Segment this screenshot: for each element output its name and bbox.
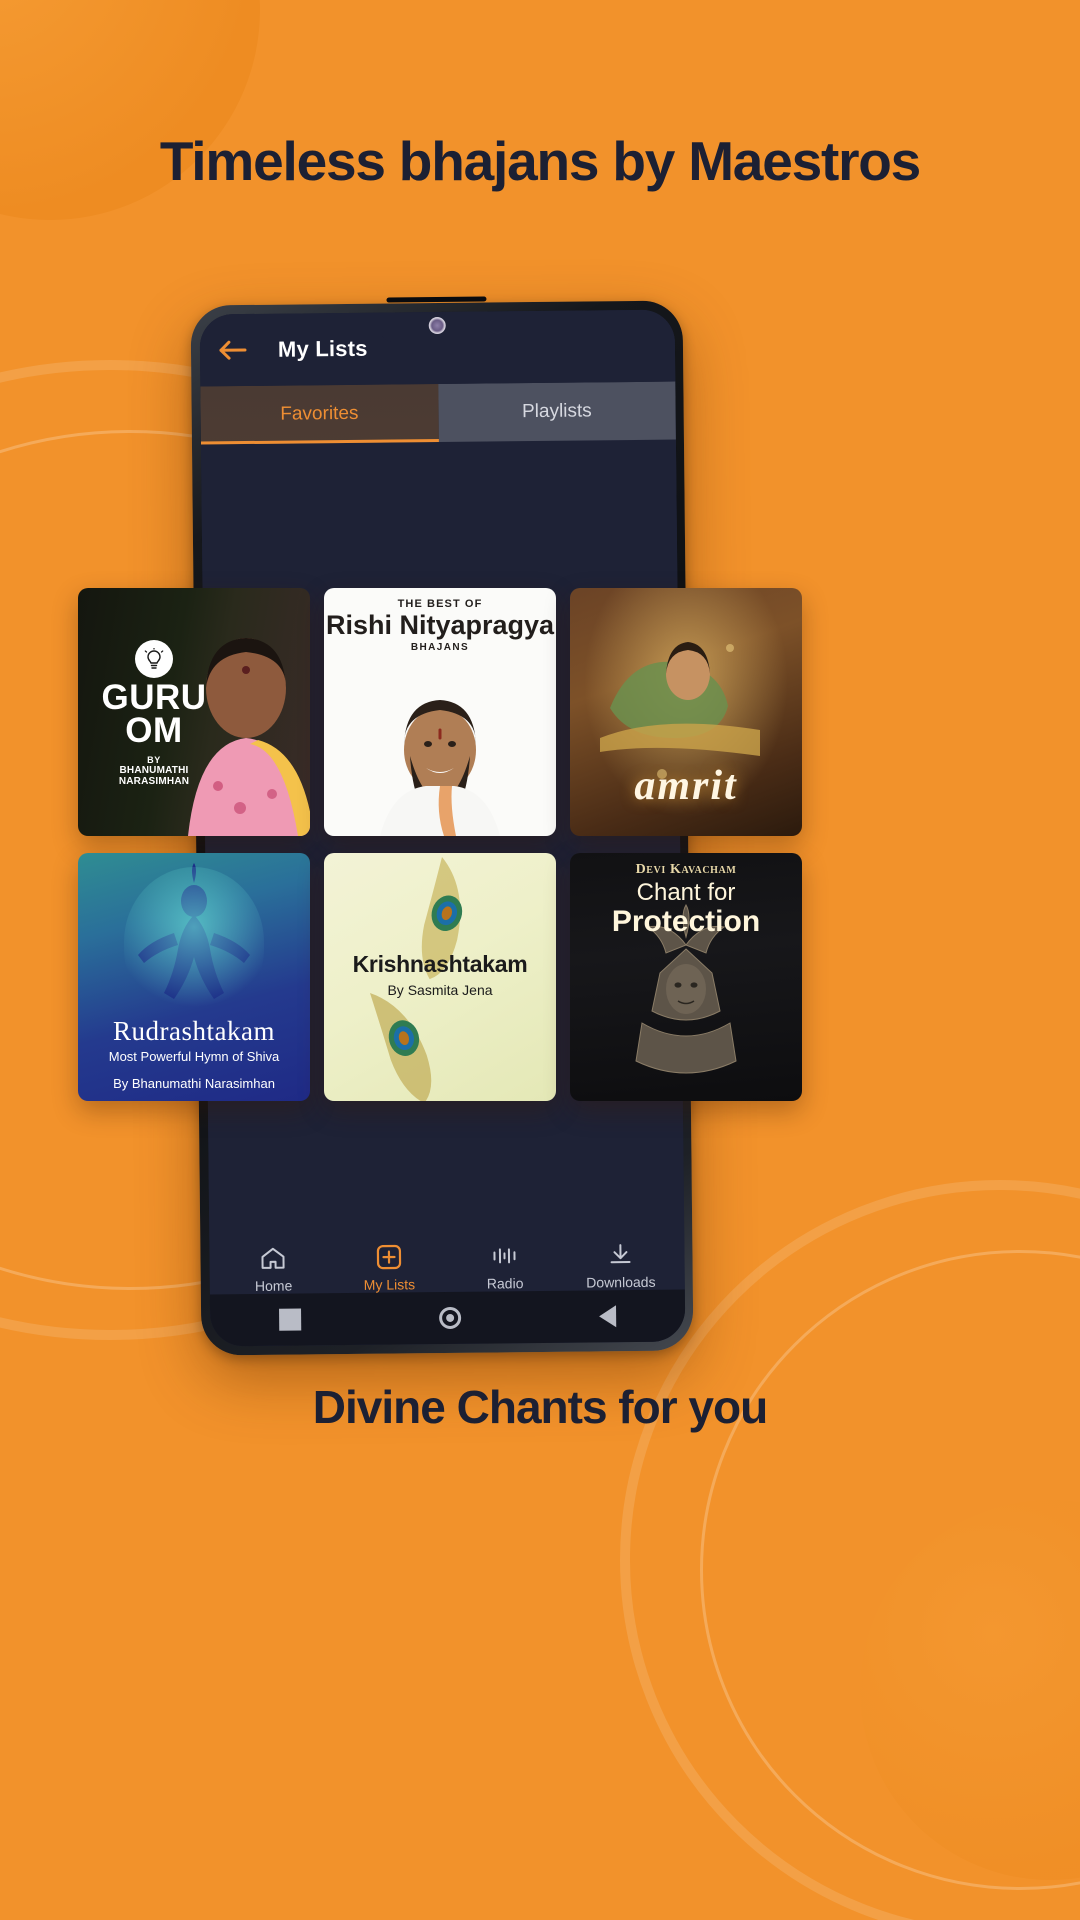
home-icon [215,1242,331,1273]
nav-label-radio: Radio [486,1275,524,1292]
nav-label-home: Home [254,1277,293,1294]
tab-favorites[interactable]: Favorites [200,384,439,445]
card-title-block: GURU OM BY BHANUMATHI NARASIMHAN [84,640,224,787]
card-artwork: Devi Kavacham Chant for Protection [570,853,802,1101]
nav-item-my-lists[interactable]: My Lists [331,1241,447,1293]
nav-item-radio[interactable]: Radio [447,1240,563,1292]
home-circle-icon[interactable] [439,1306,462,1330]
card-artwork: Krishnashtakam By Sasmita Jena [324,853,556,1101]
card-subtitle: BHAJANS [410,642,470,653]
card-author: BHANUMATHI NARASIMHAN [118,764,190,787]
card-guru-om[interactable]: GURU OM BY BHANUMATHI NARASIMHAN [78,588,310,836]
recents-square-icon[interactable] [279,1308,302,1331]
promo-headline-top: Timeless bhajans by Maestros [159,130,921,192]
card-by-label: BY [147,754,161,765]
lightbulb-icon [135,640,173,678]
card-title: GURU OM [101,678,207,750]
plus-box-icon [331,1241,447,1272]
card-title-block: Devi Kavacham Chant for Protection [570,862,802,937]
page-title: My Lists [277,335,368,362]
card-title-block: Rudrashtakam Most Powerful Hymn of Shiva… [78,1016,310,1091]
card-title: amrit [634,763,738,809]
card-kicker: Devi Kavacham [635,862,737,877]
card-devi-kavacham[interactable]: Devi Kavacham Chant for Protection [570,853,802,1101]
card-kicker: THE BEST OF [397,598,483,610]
card-title-block: Krishnashtakam By Sasmita Jena [324,951,556,998]
card-author: By Sasmita Jena [387,982,493,998]
front-camera-icon [428,316,446,335]
nav-item-home[interactable]: Home [215,1242,331,1294]
card-title: Rishi Nityapragya [325,610,555,640]
media-card-grid: GURU OM BY BHANUMATHI NARASIMHAN THE BES… [78,588,804,1101]
card-artwork: THE BEST OF Rishi Nityapragya BHAJANS [324,588,556,836]
card-artwork: GURU OM BY BHANUMATHI NARASIMHAN [78,588,310,836]
radio-waves-icon [447,1240,563,1271]
card-title-line2: Protection [611,905,761,938]
card-rudrashtakam[interactable]: Rudrashtakam Most Powerful Hymn of Shiva… [78,853,310,1101]
bottom-navigation: Home My Lists Radio Downloads [209,1238,685,1294]
card-artwork: amrit [570,588,802,836]
peacock-feather [370,993,432,1101]
card-title: Krishnashtakam [352,951,528,977]
card-title-block: THE BEST OF Rishi Nityapragya BHAJANS [324,598,556,653]
card-glow [124,867,264,1017]
back-triangle-icon[interactable] [599,1305,617,1328]
back-arrow-icon[interactable] [214,335,252,365]
promo-headline-bottom: Divine Chants for you [312,1381,768,1433]
card-title: Rudrashtakam [113,1016,275,1046]
tab-bar: Favorites Playlists [200,381,676,445]
card-title-line1: Chant for [636,879,736,906]
card-subtitle: Most Powerful Hymn of Shiva [108,1049,280,1064]
nav-label-downloads: Downloads [586,1273,656,1291]
card-krishnashtakam[interactable]: Krishnashtakam By Sasmita Jena [324,853,556,1101]
card-amrit[interactable]: amrit [570,588,802,836]
earpiece-speaker [386,296,487,303]
android-system-bar [209,1289,686,1347]
nav-item-downloads[interactable]: Downloads [563,1239,679,1291]
nav-label-my-lists: My Lists [363,1276,416,1293]
card-artwork: Rudrashtakam Most Powerful Hymn of Shiva… [78,853,310,1101]
download-icon [563,1239,679,1270]
card-author: By Bhanumathi Narasimhan [113,1076,275,1091]
camera-notch [377,311,498,343]
card-rishi-nityapragya[interactable]: THE BEST OF Rishi Nityapragya BHAJANS [324,588,556,836]
tab-playlists[interactable]: Playlists [437,381,676,443]
